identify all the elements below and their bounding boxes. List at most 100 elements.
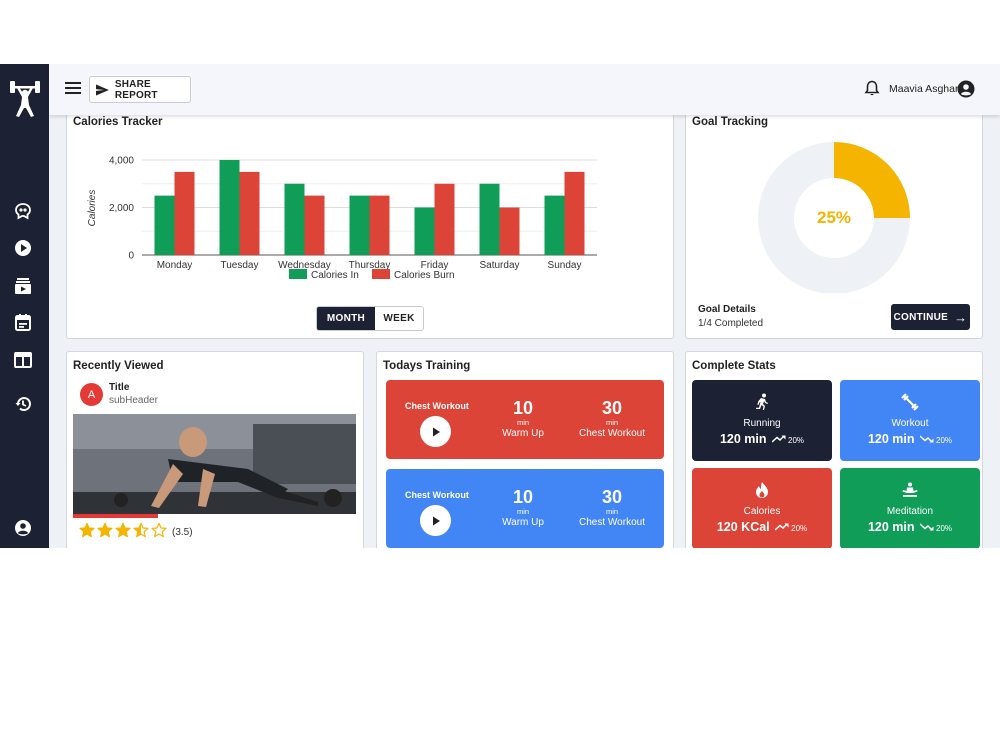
stat-unit: min	[605, 507, 619, 516]
stat-label: Warm Up	[502, 428, 544, 439]
goal-tracking-card: Goal Tracking 25% Goal Details 1/4 Compl…	[685, 112, 983, 339]
training-card-1[interactable]: Chest Workout 10 min Warm Up 30 min Ches…	[386, 380, 664, 459]
stat-trend: 20%	[791, 524, 808, 533]
calories-tracker-card: Calories Tracker 0 2,000 4,000 Calories Mond…	[66, 112, 674, 339]
bar-calories-in[interactable]	[414, 207, 435, 256]
recently-viewed-card: Recently Viewed A Title subHeader (3.5)	[66, 351, 364, 548]
continue-button[interactable]: CONTINUE →	[891, 304, 970, 330]
stat-number: 30	[601, 487, 623, 507]
play-icon	[432, 516, 440, 525]
menu-icon[interactable]	[65, 82, 81, 96]
week-toggle-button[interactable]: WEEK	[375, 307, 423, 330]
bar-calories-in[interactable]	[544, 195, 565, 255]
stat-card-running[interactable]: Running 120 min 20%	[692, 380, 832, 461]
brain-icon[interactable]	[13, 201, 33, 221]
bar-calories-burn[interactable]	[304, 195, 325, 255]
weightlifter-logo-icon[interactable]	[8, 78, 42, 120]
stars-holder	[79, 522, 169, 543]
stat-card-workout[interactable]: Workout 120 min 20%	[840, 380, 980, 461]
bar-calories-in[interactable]	[349, 195, 370, 255]
x-tick-label: Saturday	[479, 260, 519, 271]
star-icon[interactable]	[79, 522, 95, 543]
stat-number: 30	[601, 398, 623, 418]
bar-calories-in[interactable]	[284, 183, 305, 255]
play-icon	[432, 427, 440, 436]
user-account-icon[interactable]	[957, 80, 975, 103]
stat-value-row: 120 min 20%	[840, 520, 980, 534]
stat-name: Calories	[743, 506, 781, 517]
training-card-2[interactable]: Chest Workout 10 min Warm Up 30 min Ches…	[386, 469, 664, 548]
recent-item-title[interactable]: Title	[109, 382, 129, 393]
bar-calories-in[interactable]	[479, 183, 500, 255]
running-icon	[752, 392, 772, 412]
stat-unit: min	[605, 418, 619, 427]
star-icon[interactable]	[97, 522, 113, 543]
goal-completed-label: 1/4 Completed	[698, 318, 764, 329]
complete-stats-title: Complete Stats	[692, 360, 776, 372]
y-tick-label: 2,000	[109, 203, 134, 214]
bar-calories-in[interactable]	[154, 195, 175, 255]
legend-label: Calories In	[311, 270, 359, 281]
fire-icon	[752, 480, 772, 500]
star-icon[interactable]	[115, 522, 131, 543]
stat-name: Meditation	[886, 506, 934, 517]
rating-value: (3.5)	[172, 527, 193, 538]
warmup-stat: 10 min Warm Up	[498, 398, 548, 441]
play-button[interactable]	[420, 505, 451, 536]
goal-details-label: Goal Details	[698, 304, 756, 315]
stat-card-meditation[interactable]: Meditation 120 min 20%	[840, 468, 980, 548]
stat-unit: min	[516, 507, 530, 516]
arrow-right-icon: →	[954, 309, 968, 325]
bar-calories-burn[interactable]	[239, 171, 260, 255]
stat-number: 10	[512, 398, 534, 418]
top-bar: SHARE REPORT Maavia Asghar	[49, 64, 1000, 115]
app-root: SHARE REPORT Maavia Asghar Calories Trac…	[0, 64, 1000, 548]
stat-value-row: 120 KCal 20%	[692, 520, 832, 534]
stat-value: 120 min	[867, 432, 915, 446]
x-tick-label: Sunday	[548, 260, 582, 271]
x-tick-label: Tuesday	[221, 260, 259, 271]
star-icon[interactable]	[151, 522, 167, 543]
trending-up-icon	[771, 435, 786, 445]
account-icon[interactable]	[13, 518, 33, 538]
recent-progress-bar	[73, 514, 158, 518]
star-icon[interactable]	[133, 522, 149, 543]
dashboard-icon[interactable]	[13, 350, 33, 370]
history-icon[interactable]	[13, 394, 33, 414]
subscriptions-icon[interactable]	[13, 276, 33, 296]
meditation-icon	[900, 480, 920, 500]
todays-training-title: Todays Training	[383, 360, 471, 372]
send-icon	[96, 83, 109, 96]
recently-viewed-title: Recently Viewed	[73, 360, 164, 372]
goal-donut-chart	[758, 142, 910, 293]
stat-value: 120 min	[867, 520, 915, 534]
stat-name: Running	[743, 418, 781, 429]
bar-calories-burn[interactable]	[369, 195, 390, 255]
bar-calories-burn[interactable]	[564, 171, 585, 255]
stat-card-calories[interactable]: Calories 120 KCal 20%	[692, 468, 832, 548]
sidebar	[0, 64, 49, 548]
workout-photo[interactable]	[73, 414, 356, 514]
bell-icon[interactable]	[864, 80, 880, 102]
todays-training-card: Todays Training Chest Workout 10 min War…	[376, 351, 674, 548]
share-report-label: SHARE REPORT	[114, 78, 158, 101]
trending-down-icon	[919, 523, 934, 533]
complete-stats-card: Complete Stats Running 120 min 20% Worko…	[685, 351, 983, 548]
training-card-label: Chest Workout	[405, 401, 469, 411]
bar-calories-in[interactable]	[219, 160, 240, 255]
play-button[interactable]	[420, 416, 451, 447]
legend-swatch	[372, 269, 390, 279]
play-circle-icon[interactable]	[13, 238, 33, 258]
chest-workout-stat: 30 min Chest Workout	[576, 487, 648, 530]
goal-percent: 25%	[816, 208, 852, 227]
month-toggle-button[interactable]: MONTH	[317, 307, 375, 330]
stat-label: Chest Workout	[579, 517, 645, 528]
bar-calories-burn[interactable]	[499, 207, 520, 256]
warmup-stat: 10 min Warm Up	[498, 487, 548, 530]
user-name[interactable]: Maavia Asghar	[889, 83, 958, 95]
bar-calories-burn[interactable]	[434, 183, 455, 255]
trending-up-icon	[774, 523, 789, 533]
calendar-icon[interactable]	[13, 312, 33, 332]
bar-calories-burn[interactable]	[174, 171, 195, 255]
share-report-button[interactable]: SHARE REPORT	[89, 76, 191, 103]
